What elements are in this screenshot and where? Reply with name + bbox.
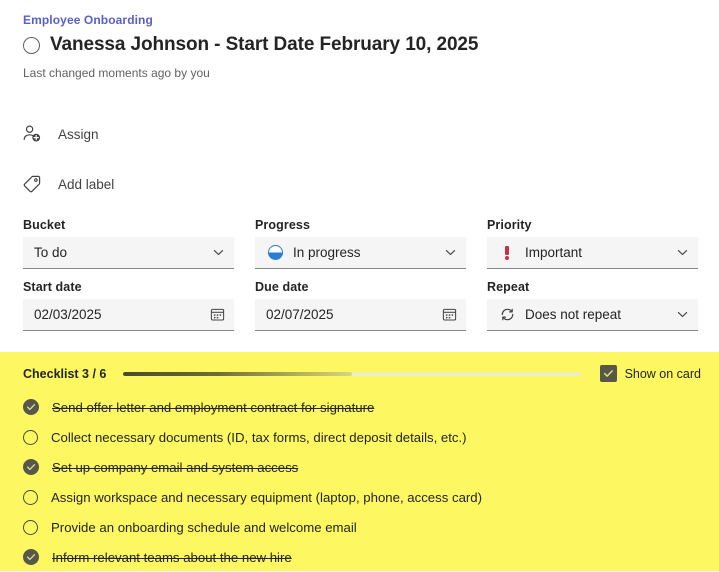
- important-exclamation-icon: [498, 244, 516, 262]
- person-add-icon: [20, 122, 44, 146]
- checklist-item[interactable]: Collect necessary documents (ID, tax for…: [23, 422, 709, 452]
- calendar-icon[interactable]: [209, 307, 225, 323]
- show-on-card-toggle[interactable]: Show on card: [599, 365, 701, 382]
- circle-outline-icon[interactable]: [23, 36, 40, 54]
- checkbox-unchecked-icon[interactable]: [23, 489, 38, 505]
- field-row-1: Bucket To do Progress In progress Priori…: [23, 218, 698, 269]
- checkbox-unchecked-icon[interactable]: [23, 429, 38, 445]
- field-priority: Priority Important: [487, 218, 698, 269]
- priority-value: Important: [525, 245, 583, 260]
- checklist-item-text: Assign workspace and necessary equipment…: [51, 489, 483, 505]
- start-date-input[interactable]: 02/03/2025: [23, 299, 234, 331]
- checklist-item[interactable]: Provide an onboarding schedule and welco…: [23, 512, 709, 542]
- checklist-header: Checklist 3 / 6 Show on card: [23, 365, 701, 382]
- tag-icon: [20, 172, 44, 196]
- checkbox-unchecked-icon[interactable]: [23, 519, 38, 535]
- checklist-item-text: Collect necessary documents (ID, tax for…: [51, 429, 467, 445]
- progress-half-circle-icon: [266, 244, 284, 262]
- checkbox-checked-icon: [599, 365, 617, 382]
- bucket-dropdown[interactable]: To do: [23, 237, 234, 269]
- field-row-2: Start date 02/03/2025 Due date 02/07/202…: [23, 280, 698, 331]
- chevron-down-icon: [443, 246, 457, 260]
- checklist-progress-bar: [123, 371, 582, 376]
- checklist-title: Checklist 3 / 6: [23, 366, 107, 381]
- checkbox-checked-icon[interactable]: [23, 399, 39, 415]
- checkbox-checked-icon[interactable]: [23, 549, 39, 565]
- chevron-down-icon: [675, 246, 689, 260]
- field-repeat: Repeat Does not repeat: [487, 280, 698, 331]
- breadcrumb-employee-onboarding[interactable]: Employee Onboarding: [23, 13, 153, 27]
- checklist-items: Send offer letter and employment contrac…: [23, 392, 709, 572]
- add-label-button[interactable]: Add label: [20, 172, 114, 196]
- chevron-down-icon: [211, 246, 225, 260]
- show-on-card-label: Show on card: [624, 366, 701, 381]
- checklist-item[interactable]: Inform relevant teams about the new hire: [23, 542, 709, 572]
- bucket-value: To do: [34, 245, 68, 260]
- checklist-item-text: Inform relevant teams about the new hire: [52, 549, 292, 565]
- last-changed-text: Last changed moments ago by you: [23, 66, 210, 80]
- field-start-date: Start date 02/03/2025: [23, 280, 234, 331]
- bucket-label: Bucket: [23, 218, 66, 232]
- assign-button[interactable]: Assign: [20, 122, 99, 146]
- chevron-down-icon: [675, 308, 689, 322]
- repeat-icon: [498, 306, 516, 324]
- checklist-section: Checklist 3 / 6 Show on card Send offer …: [0, 352, 719, 571]
- start-date-label: Start date: [23, 280, 82, 294]
- due-date-input[interactable]: 02/07/2025: [255, 299, 466, 331]
- field-bucket: Bucket To do: [23, 218, 234, 269]
- progress-dropdown[interactable]: In progress: [255, 237, 466, 269]
- task-detail-page: Employee Onboarding Vanessa Johnson - St…: [0, 0, 719, 571]
- repeat-value: Does not repeat: [525, 307, 622, 322]
- priority-label: Priority: [487, 218, 532, 232]
- checklist-item-text: Provide an onboarding schedule and welco…: [51, 519, 357, 535]
- progress-value: In progress: [293, 245, 361, 260]
- task-title-row: Vanessa Johnson - Start Date February 10…: [23, 34, 478, 56]
- field-due-date: Due date 02/07/2025: [255, 280, 466, 331]
- checklist-item-text: Set up company email and system access: [52, 459, 299, 475]
- assign-label: Assign: [58, 126, 99, 142]
- checkbox-checked-icon[interactable]: [23, 459, 39, 475]
- repeat-dropdown[interactable]: Does not repeat: [487, 299, 698, 331]
- field-progress: Progress In progress: [255, 218, 466, 269]
- checklist-progress-fill: [123, 371, 353, 376]
- due-date-value: 02/07/2025: [266, 307, 334, 322]
- checklist-item-text: Send offer letter and employment contrac…: [52, 399, 375, 415]
- page-title: Vanessa Johnson - Start Date February 10…: [50, 34, 479, 55]
- due-date-label: Due date: [255, 280, 309, 294]
- priority-dropdown[interactable]: Important: [487, 237, 698, 269]
- progress-label: Progress: [255, 218, 310, 232]
- task-fields: Bucket To do Progress In progress Priori…: [23, 218, 698, 342]
- calendar-icon[interactable]: [441, 307, 457, 323]
- checklist-item[interactable]: Send offer letter and employment contrac…: [23, 392, 709, 422]
- checklist-item[interactable]: Set up company email and system access: [23, 452, 709, 482]
- start-date-value: 02/03/2025: [34, 307, 102, 322]
- add-label-text: Add label: [58, 176, 115, 192]
- repeat-label: Repeat: [487, 280, 530, 294]
- checklist-item[interactable]: Assign workspace and necessary equipment…: [23, 482, 709, 512]
